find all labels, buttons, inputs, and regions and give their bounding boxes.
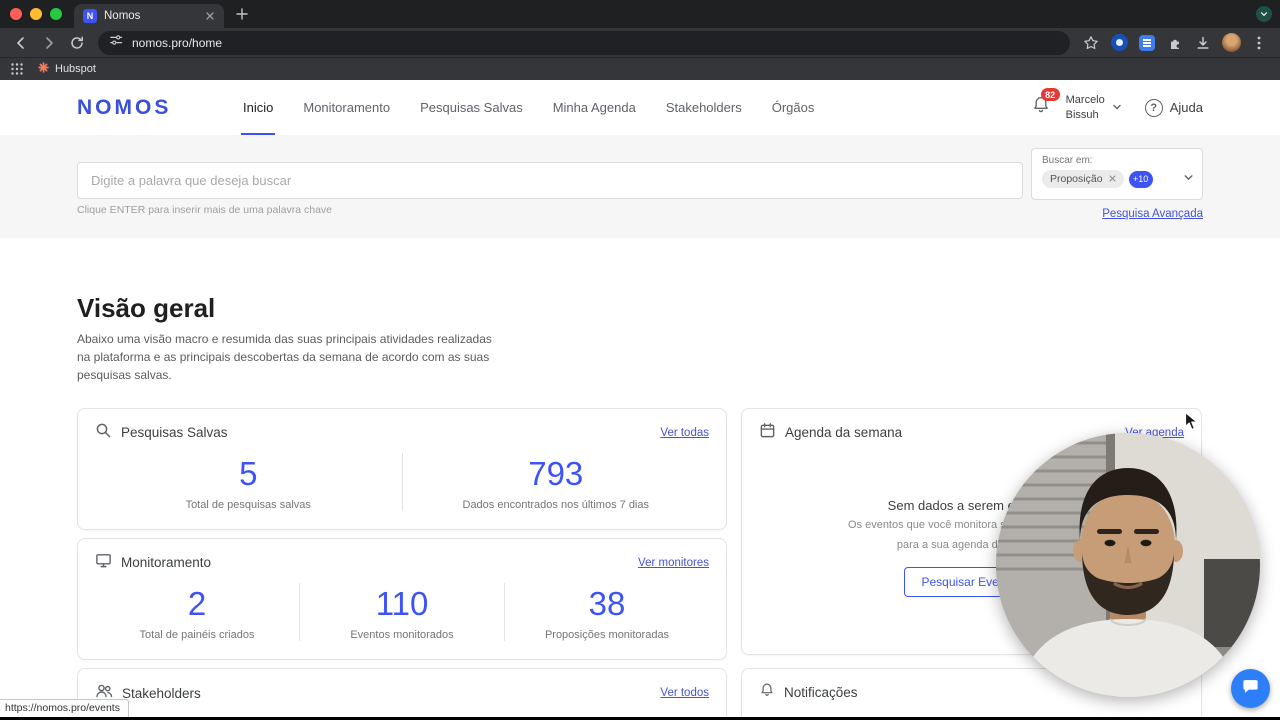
stat-proposicoes: 38 Proposições monitoradas [504, 582, 709, 642]
card-title: Agenda da semana [785, 425, 903, 441]
card-title: Stakeholders [122, 685, 201, 701]
maximize-window-button[interactable] [50, 8, 62, 20]
ver-todas-link[interactable]: Ver todas [660, 427, 709, 439]
bookmark-label: Hubspot [55, 63, 96, 75]
card-title: Monitoramento [121, 555, 212, 571]
address-bar[interactable]: nomos.pro/home [98, 30, 1070, 55]
search-icon [95, 422, 112, 444]
forward-button[interactable] [36, 31, 62, 55]
search-input[interactable] [77, 162, 1023, 199]
nav-item-orgaos[interactable]: Órgãos [757, 80, 830, 135]
apps-grid-icon[interactable] [10, 62, 24, 76]
ver-todos-link[interactable]: Ver todos [660, 687, 709, 699]
bookmark-hubspot[interactable]: Hubspot [38, 62, 96, 76]
scope-chevron-down-icon[interactable] [1183, 170, 1194, 188]
calendar-icon [759, 422, 776, 444]
site-settings-icon[interactable] [109, 33, 123, 52]
extensions-puzzle-icon[interactable] [1162, 31, 1188, 55]
browser-tab[interactable]: N Nomos [74, 4, 224, 28]
page-subtitle: Abaixo uma visão macro e resumida das su… [77, 331, 492, 382]
tab-title: Nomos [104, 10, 141, 22]
url-text: nomos.pro/home [132, 35, 223, 50]
close-window-button[interactable] [10, 8, 22, 20]
header-right: 82 Marcelo Bissuh ? Ajuda [1031, 88, 1203, 122]
stat-eventos: 110 Eventos monitorados [299, 582, 504, 642]
webcam-overlay [996, 433, 1260, 697]
nav-item-monitoramento[interactable]: Monitoramento [288, 80, 405, 135]
nav-item-minha-agenda[interactable]: Minha Agenda [538, 80, 651, 135]
notifications-bell-icon[interactable]: 82 [1031, 88, 1060, 120]
help-menu[interactable]: ? Ajuda [1144, 98, 1203, 117]
ver-monitores-link[interactable]: Ver monitores [638, 557, 709, 569]
search-hint: Clique ENTER para inserir mais de uma pa… [77, 204, 333, 216]
card-title: Notificações [784, 684, 858, 700]
search-main: Clique ENTER para inserir mais de uma pa… [77, 162, 1023, 216]
card-pesquisas-salvas: Pesquisas Salvas Ver todas 5 Total de pe… [77, 407, 727, 530]
search-section: Clique ENTER para inserir mais de uma pa… [0, 135, 1280, 238]
scope-chip-proposicao[interactable]: Proposição [1042, 170, 1124, 188]
nav-item-pesquisas-salvas[interactable]: Pesquisas Salvas [405, 80, 538, 135]
user-menu[interactable]: Marcelo Bissuh [1066, 93, 1122, 122]
app-header: NOMOS Inicio Monitoramento Pesquisas Sal… [0, 80, 1280, 135]
chat-icon [1241, 677, 1260, 701]
chevron-down-icon [1112, 99, 1122, 117]
back-button[interactable] [8, 31, 34, 55]
bookmark-star-icon[interactable] [1078, 31, 1104, 55]
window-controls [10, 8, 62, 20]
chat-widget-button[interactable] [1231, 669, 1270, 708]
bookmarks-bar: Hubspot [0, 57, 1280, 80]
main-nav: Inicio Monitoramento Pesquisas Salvas Mi… [228, 80, 829, 135]
page-title: Visão geral [77, 293, 216, 323]
webcam-video [996, 433, 1260, 697]
card-stakeholders: Stakeholders Ver todos Stakeholders que … [77, 667, 727, 720]
tab-search-chevron-icon[interactable] [1256, 6, 1272, 22]
stat-total-pesquisas: 5 Total de pesquisas salvas [185, 454, 311, 512]
browser-toolbar: nomos.pro/home [0, 28, 1280, 57]
profile-avatar[interactable] [1218, 31, 1244, 55]
scope-label: Buscar em: [1042, 155, 1093, 166]
scope-more-badge: +10 [1128, 170, 1153, 188]
user-name: Marcelo Bissuh [1065, 94, 1105, 121]
stat-dados-encontrados: 793 Dados encontrados nos últimos 7 dias [401, 452, 710, 512]
question-icon: ? [1144, 98, 1163, 117]
site-favicon: N [83, 9, 97, 23]
reload-button[interactable] [64, 31, 90, 55]
stat-paineis: 2 Total de painéis criados [139, 584, 255, 642]
minimize-window-button[interactable] [30, 8, 42, 20]
bell-icon [759, 682, 775, 703]
downloads-icon[interactable] [1190, 31, 1216, 55]
new-tab-button[interactable] [236, 8, 248, 20]
help-label: Ajuda [1169, 100, 1203, 115]
overview-section: Visão geral Abaixo uma visão macro e res… [0, 238, 1280, 384]
extension-icon-2[interactable] [1134, 31, 1160, 55]
browser-tabstrip: N Nomos [0, 0, 1280, 28]
extension-icon-1[interactable] [1106, 31, 1132, 55]
status-bar-link: https://nomos.pro/events [0, 699, 129, 717]
nav-item-inicio[interactable]: Inicio [228, 80, 288, 135]
browser-menu-icon[interactable] [1246, 31, 1272, 55]
advanced-search-link[interactable]: Pesquisa Avançada [1102, 208, 1203, 220]
hubspot-icon [38, 62, 49, 76]
tab-close-icon[interactable] [205, 11, 215, 21]
search-scope-select[interactable]: Buscar em: Proposição +10 [1031, 148, 1203, 200]
card-title: Pesquisas Salvas [121, 425, 228, 441]
chip-remove-icon[interactable] [1109, 173, 1116, 185]
nav-item-stakeholders[interactable]: Stakeholders [651, 80, 757, 135]
monitor-icon [95, 552, 112, 574]
card-monitoramento: Monitoramento Ver monitores 2 Total de p… [77, 537, 727, 660]
nomos-logo[interactable]: NOMOS [77, 96, 228, 120]
notification-badge: 82 [1040, 88, 1060, 101]
search-scope-column: Buscar em: Proposição +10 Pesquisa Avanç… [1031, 148, 1203, 220]
